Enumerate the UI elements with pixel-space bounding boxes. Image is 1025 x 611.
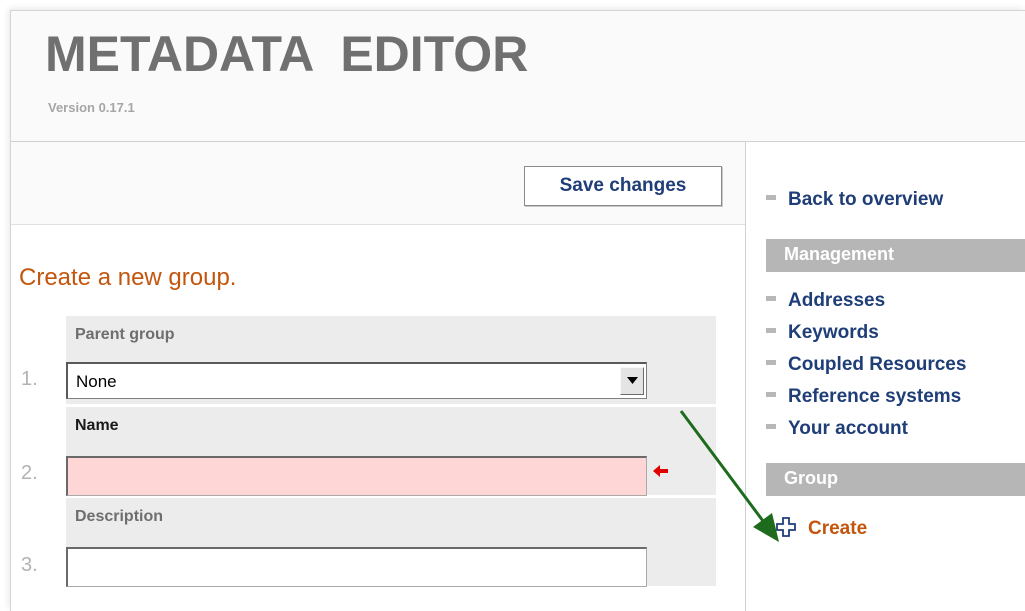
sidebar-item-label: Coupled Resources [788,354,967,375]
bullet-icon [766,360,776,366]
parent-group-label: Parent group [75,326,175,343]
bullet-icon [766,195,776,201]
app-version: Version 0.17.1 [48,100,135,115]
save-changes-button[interactable]: Save changes [524,166,722,206]
sidebar-item-label: Keywords [788,322,879,343]
back-to-overview-label: Back to overview [788,189,944,210]
parent-group-select-value: None [76,372,117,391]
row-number-1: 1. [21,368,38,390]
row-number-3: 3. [21,554,38,576]
sidebar-item-keywords[interactable]: Keywords [766,322,879,344]
row-number-2: 2. [21,462,38,484]
app-header: METADATA EDITOR Version 0.17.1 [11,11,1025,142]
back-to-overview-link[interactable]: Back to overview [766,189,943,211]
sidebar-item-label: Reference systems [788,386,962,407]
annotation-arrow-icon [679,410,779,542]
form-title: Create a new group. [19,264,237,291]
sidebar-item-label: Addresses [788,290,886,311]
required-arrow-icon [653,464,669,482]
bullet-icon [766,392,776,398]
create-label: Create [808,518,868,539]
management-section-header: Management [766,239,1025,272]
group-section-header: Group [766,463,1025,496]
editor-window: METADATA EDITOR Version 0.17.1 Save chan… [10,10,1025,611]
main-content: Save changes Create a new group. Parent … [11,142,746,611]
dropdown-arrow-icon[interactable] [620,367,644,395]
bullet-icon [766,296,776,302]
sidebar-item-reference-systems[interactable]: Reference systems [766,386,961,408]
description-input[interactable] [66,547,647,587]
bullet-icon [766,328,776,334]
description-label: Description [75,508,164,525]
toolbar: Save changes [11,142,745,225]
parent-group-select[interactable]: None [66,362,647,399]
sidebar-item-coupled-resources[interactable]: Coupled Resources [766,354,966,376]
sidebar-item-addresses[interactable]: Addresses [766,290,885,312]
sidebar-item-label: Your account [788,418,908,439]
name-input[interactable] [66,456,647,496]
app-title: METADATA EDITOR [45,26,529,82]
name-label: Name [75,417,119,434]
